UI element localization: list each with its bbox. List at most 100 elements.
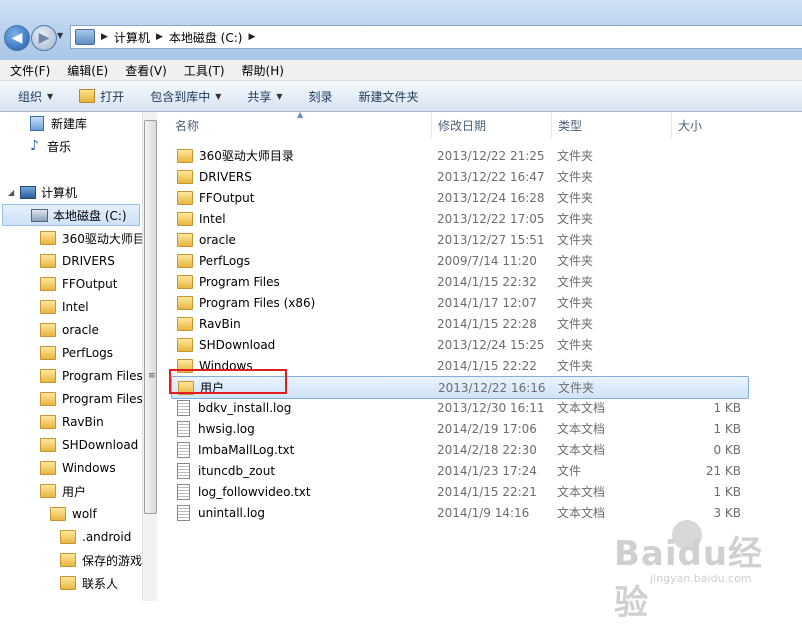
forward-button[interactable]: ▶ [31,25,57,51]
folder-icon [177,169,193,184]
nav-label: SHDownload [62,438,139,452]
nav-scrollbar[interactable]: ≡ [142,112,157,601]
menu-edit[interactable]: 编辑(E) [57,62,115,79]
folder-row[interactable]: Intel 2013/12/22 17:05 文件夹 [171,208,747,229]
column-header-size[interactable]: 大小 [672,112,772,138]
file-name: bdkv_install.log [198,400,292,415]
file-row[interactable]: bdkv_install.log 2013/12/30 16:11 文本文档 1 KB [171,397,747,418]
nav-label: wolf [72,507,97,521]
chevron-right-icon[interactable]: ▶ [101,32,108,42]
folder-row[interactable]: RavBin 2014/1/15 22:28 文件夹 [171,313,747,334]
nav-folder[interactable]: Program Files [40,365,143,387]
back-button[interactable]: ◀ [4,25,30,51]
new-folder-button[interactable]: 新建文件夹 [359,88,419,105]
file-type: 文件夹 [557,212,594,226]
column-header-name[interactable]: ▲ 名称 [157,110,432,138]
column-label: 类型 [558,118,583,133]
modified-date: 2014/1/15 22:21 [437,484,537,499]
nav-folder[interactable]: RavBin [40,411,104,433]
file-name-cell: oracle [171,232,437,247]
nav-item-local-disk[interactable]: 本地磁盘 (C:) [2,204,140,226]
nav-scrollbar-thumb[interactable]: ≡ [144,120,157,514]
nav-folder[interactable]: 保存的游戏 [60,549,142,571]
collapse-icon[interactable]: ◢ [8,188,18,197]
modified-date: 2013/12/22 16:47 [437,169,545,184]
nav-label: RavBin [62,415,104,429]
folder-row[interactable]: FFOutput 2013/12/24 16:28 文件夹 [171,187,747,208]
nav-folder[interactable]: FFOutput [40,273,118,295]
breadcrumb-local-disk[interactable]: 本地磁盘 (C:) [169,29,243,46]
folder-row[interactable]: oracle 2013/12/27 15:51 文件夹 [171,229,747,250]
folder-icon [177,337,193,352]
recent-pages-dropdown[interactable]: ▼ [57,31,67,43]
folder-row[interactable]: 360驱动大师目录 2013/12/22 21:25 文件夹 [171,145,747,166]
folder-icon [40,369,56,383]
organize-button[interactable]: 组织 ▼ [18,88,53,105]
folder-icon [40,231,56,245]
nav-folder[interactable]: DRIVERS [40,250,115,272]
file-row[interactable]: ituncdb_zout 2014/1/23 17:24 文件 21 KB [171,460,747,481]
modified-date: 2014/1/15 22:22 [437,358,537,373]
folder-row[interactable]: Program Files 2014/1/15 22:32 文件夹 [171,271,747,292]
file-row[interactable]: log_followvideo.txt 2014/1/15 22:21 文本文档 1 … [171,481,747,502]
file-type: 文件夹 [557,191,594,205]
file-name: oracle [199,232,236,247]
file-type: 文件夹 [557,359,594,373]
file-size: 1 KB [713,421,741,436]
file-name: SHDownload [199,337,276,352]
folder-row[interactable]: Program Files (x86) 2014/1/17 12:07 文件夹 [171,292,747,313]
highlight-annotation [169,369,287,394]
open-folder-icon [79,89,96,103]
folder-icon [40,346,56,360]
chevron-down-icon: ▼ [276,91,283,101]
file-name: unintall.log [198,505,265,520]
folder-row[interactable]: DRIVERS 2013/12/22 16:47 文件夹 [171,166,747,187]
address-bar[interactable]: ▶ 计算机 ▶ 本地磁盘 (C:) ▶ [70,25,802,49]
nav-folder[interactable]: 360驱动大师目 [40,227,145,249]
file-row[interactable]: hwsig.log 2014/2/19 17:06 文本文档 1 KB [171,418,747,439]
text-file-icon [177,504,190,521]
menu-file[interactable]: 文件(F) [0,62,57,79]
file-name: 360驱动大师目录 [199,149,294,163]
modified-date: 2014/2/19 17:06 [437,421,537,436]
nav-label: .android [82,530,132,544]
file-name-cell: log_followvideo.txt [171,483,437,500]
file-type: 文件夹 [557,233,594,247]
nav-folder[interactable]: 用户 [40,480,86,502]
contacts-icon [60,576,76,590]
folder-row[interactable]: SHDownload 2013/12/24 15:25 文件夹 [171,334,747,355]
burn-button[interactable]: 刻录 [309,88,333,105]
nav-item-computer[interactable]: ◢ 计算机 [8,181,77,203]
nav-folder[interactable]: Program Files [40,388,143,410]
open-button[interactable]: 打开 [79,88,124,105]
nav-folder[interactable]: PerfLogs [40,342,113,364]
nav-folder[interactable]: oracle [40,319,99,341]
nav-folder[interactable]: Intel [40,296,89,318]
folder-row[interactable]: PerfLogs 2009/7/14 11:20 文件夹 [171,250,747,271]
menu-tools[interactable]: 工具(T) [174,62,232,79]
nav-folder[interactable]: .android [60,526,131,548]
modified-date: 2014/1/15 22:28 [437,316,537,331]
chevron-right-icon[interactable]: ▶ [248,32,255,42]
menu-view[interactable]: 查看(V) [115,62,174,79]
nav-folder[interactable]: wolf [50,503,97,525]
nav-item-music[interactable]: ♪ 音乐 [30,135,71,157]
nav-item-new-library[interactable]: 新建库 [30,112,87,134]
share-button[interactable]: 共享 ▼ [247,88,282,105]
column-header-type[interactable]: 类型 [552,112,672,138]
nav-folder[interactable]: SHDownload [40,434,138,456]
file-name-cell: RavBin [171,316,437,331]
chevron-right-icon[interactable]: ▶ [156,32,163,42]
baidu-watermark: Baidu经验 jingyan.baidu.com [606,516,796,623]
modified-date: 2013/12/22 17:05 [437,211,545,226]
file-row[interactable]: ImbaMallLog.txt 2014/2/18 22:30 文本文档 0 KB [171,439,747,460]
menu-help[interactable]: 帮助(H) [232,62,291,79]
include-in-library-button[interactable]: 包含到库中 ▼ [150,88,221,105]
column-header-modified[interactable]: 修改日期 [432,112,552,138]
nav-folder[interactable]: Windows [40,457,116,479]
file-name-cell: PerfLogs [171,253,437,268]
nav-label: Program Files [62,369,143,383]
file-type: 文件夹 [557,317,594,331]
breadcrumb-computer[interactable]: 计算机 [114,29,150,46]
nav-folder[interactable]: 联系人 [60,572,118,594]
